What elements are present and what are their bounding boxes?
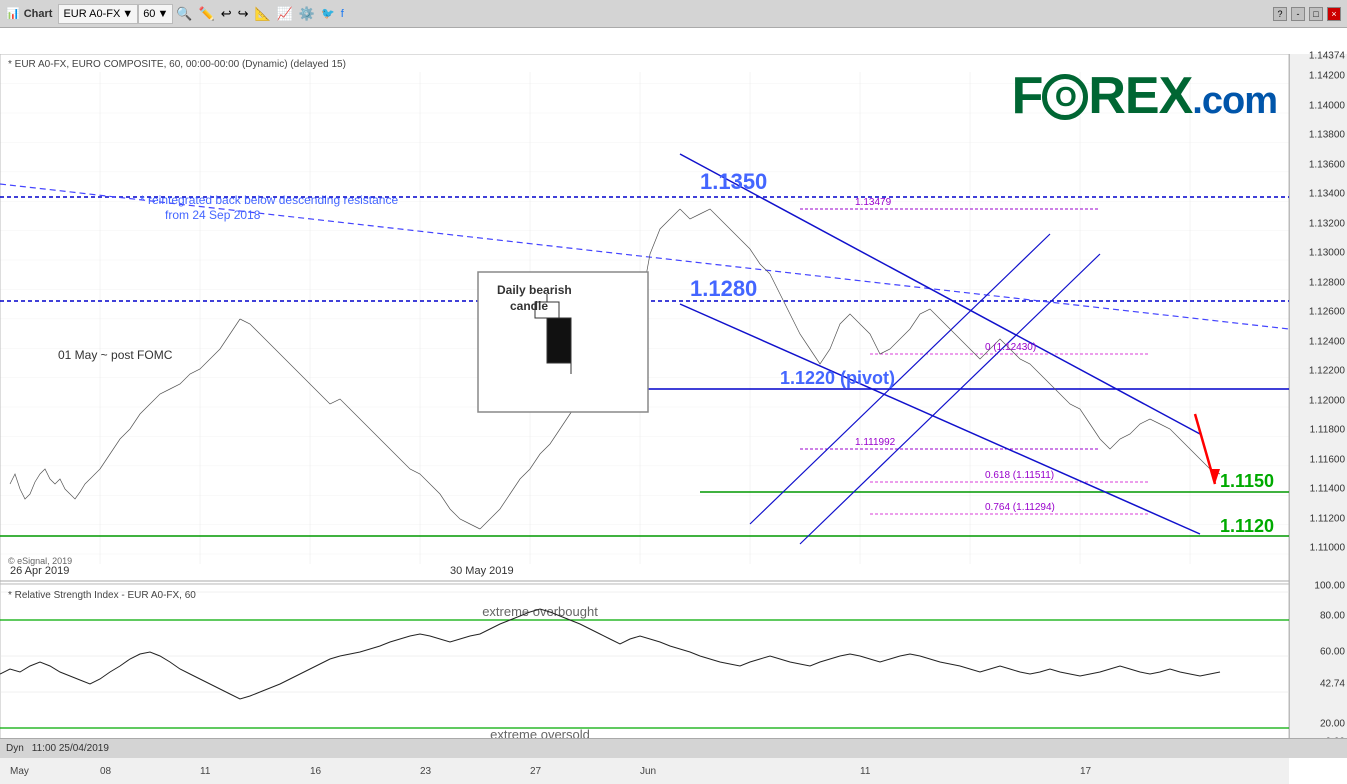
price-scale: 1.14374 1.14200 1.14000 1.13800 1.13600 … (1289, 54, 1347, 584)
help-button[interactable]: ? (1273, 7, 1287, 21)
svg-text:26 Apr 2019: 26 Apr 2019 (10, 565, 69, 577)
toolbar-icon-7[interactable]: ⚙️ (296, 6, 318, 22)
svg-text:extreme overbought: extreme overbought (482, 604, 598, 619)
price-13800: 1.13800 (1309, 130, 1345, 141)
price-12000: 1.12000 (1309, 396, 1345, 407)
svg-text:1.1150: 1.1150 (1220, 471, 1274, 491)
svg-text:1.111992: 1.111992 (855, 437, 896, 448)
price-11000: 1.11000 (1310, 543, 1345, 554)
rsi-80: 80.00 (1320, 611, 1345, 622)
chart-time: 11:00 25/04/2019 (32, 743, 109, 754)
chart-header: * EUR A0-FX, EURO COMPOSITE, 60, 00:00-0… (8, 58, 346, 70)
facebook-icon[interactable]: f (338, 8, 347, 20)
svg-text:candle: candle (510, 299, 548, 313)
time-label-jun: Jun (640, 766, 656, 777)
svg-text:0.764 (1.11294): 0.764 (1.11294) (985, 502, 1055, 513)
interval-selector[interactable]: 60 ▼ (138, 4, 173, 24)
svg-text:from 24 Sep 2018: from 24 Sep 2018 (165, 208, 261, 222)
time-axis: May 08 11 16 23 27 Jun 11 17 (0, 757, 1289, 784)
toolbar-icon-5[interactable]: 📐 (252, 6, 274, 22)
price-12200: 1.12200 (1309, 366, 1345, 377)
forex-logo: FOREX.com (1012, 66, 1277, 126)
titlebar-title: Chart (24, 8, 53, 20)
titlebar: 📊 Chart EUR A0-FX ▼ 60 ▼ 🔍 ✏️ ↩ ↪ 📐 📈 ⚙️… (0, 0, 1347, 28)
close-button[interactable]: × (1327, 7, 1341, 21)
svg-text:1.1350: 1.1350 (700, 169, 767, 194)
chart-mode: Dyn (6, 743, 24, 754)
toolbar-icon-1[interactable]: 🔍 (173, 6, 195, 22)
maximize-button[interactable]: □ (1309, 7, 1323, 21)
time-label-11: 11 (860, 766, 870, 777)
chart-container: * EUR A0-FX, EURO COMPOSITE, 60, 00:00-0… (0, 54, 1347, 758)
price-13600: 1.13600 (1309, 160, 1345, 171)
svg-text:30 May 2019: 30 May 2019 (450, 565, 514, 577)
svg-text:© eSignal, 2019: © eSignal, 2019 (8, 556, 72, 566)
price-14374: 1.14374 (1309, 51, 1345, 62)
price-11800: 1.11800 (1310, 425, 1345, 436)
chart-header-text: * EUR A0-FX, EURO COMPOSITE, 60, 00:00-0… (8, 59, 346, 70)
toolbar-icon-6[interactable]: 📈 (274, 6, 296, 22)
svg-text:1.13479: 1.13479 (855, 197, 892, 208)
price-12800: 1.12800 (1309, 278, 1345, 289)
svg-text:* Relative Strength Index - EU: * Relative Strength Index - EUR A0-FX, 6… (8, 590, 196, 601)
main-chart-svg: * reintegrated back below descending res… (0, 54, 1289, 584)
svg-text:1.1220 (pivot): 1.1220 (pivot) (780, 368, 895, 388)
chart-icon-small: 📊 (6, 7, 20, 20)
rsi-scale: 100.00 80.00 60.00 42.74 20.00 0.00 (1289, 584, 1347, 758)
svg-text:* reintegrated back below desc: * reintegrated back below descending res… (140, 193, 398, 207)
svg-text:01 May ~ post FOMC: 01 May ~ post FOMC (58, 348, 173, 362)
price-14200: 1.14200 (1309, 71, 1345, 82)
time-label-27: 27 (530, 766, 541, 777)
toolbar-icon-3[interactable]: ↩ (218, 6, 235, 22)
toolbar-icon-2[interactable]: ✏️ (196, 6, 218, 22)
bottom-bar: Dyn 11:00 25/04/2019 (0, 738, 1347, 758)
symbol-selector[interactable]: EUR A0-FX ▼ (58, 4, 138, 24)
rsi-100: 100.00 (1314, 581, 1345, 592)
price-13400: 1.13400 (1309, 189, 1345, 200)
svg-text:0 (1.12430): 0 (1.12430) (985, 342, 1036, 353)
price-12600: 1.12600 (1309, 307, 1345, 318)
svg-text:0.618 (1.11511): 0.618 (1.11511) (985, 470, 1054, 481)
time-label-16: 16 (310, 766, 321, 777)
time-label-23: 23 (420, 766, 431, 777)
price-11600: 1.11600 (1310, 455, 1345, 466)
time-label-08: 08 (100, 766, 111, 777)
price-11400: 1.11400 (1310, 484, 1345, 495)
price-13000: 1.13000 (1309, 248, 1345, 259)
rsi-4274: 42.74 (1320, 679, 1345, 690)
svg-text:Daily bearish: Daily bearish (497, 283, 572, 297)
price-14000: 1.14000 (1309, 101, 1345, 112)
time-label-may: May (10, 766, 29, 777)
toolbar-icon-4[interactable]: ↪ (235, 6, 252, 22)
twitter-icon[interactable]: 🐦 (318, 7, 338, 20)
time-label-17: 17 (1080, 766, 1091, 777)
rsi-chart-svg: extreme overbought extreme oversold * Re… (0, 584, 1289, 758)
rsi-60: 60.00 (1320, 647, 1345, 658)
svg-text:1.1280: 1.1280 (690, 276, 757, 301)
price-12400: 1.12400 (1309, 337, 1345, 348)
svg-text:1.1120: 1.1120 (1220, 516, 1274, 536)
price-11200: 1.11200 (1310, 514, 1345, 525)
minimize-button[interactable]: - (1291, 7, 1305, 21)
rsi-20: 20.00 (1320, 719, 1345, 730)
time-label-11: 11 (200, 766, 210, 777)
price-13200: 1.13200 (1309, 219, 1345, 230)
